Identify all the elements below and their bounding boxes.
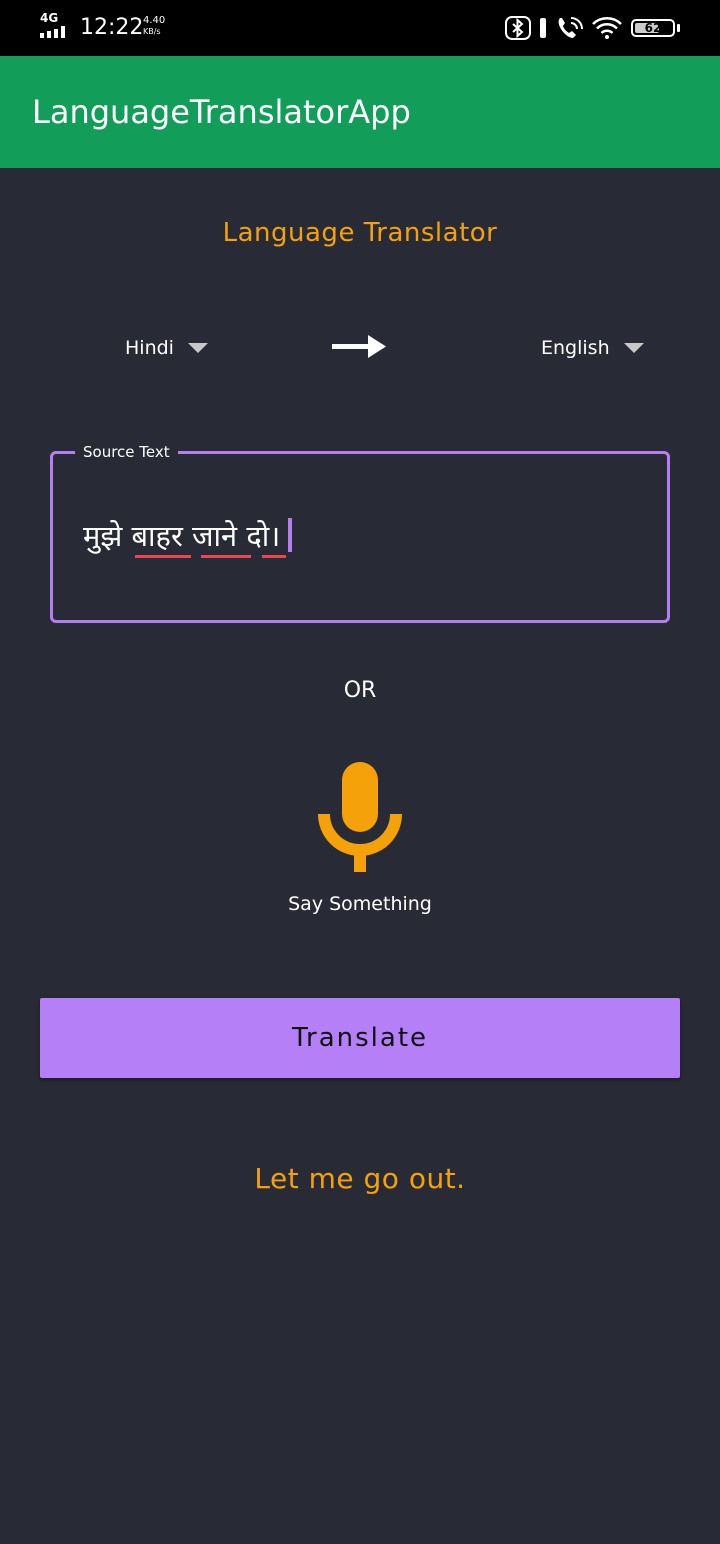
dropdown-arrow-icon	[187, 343, 208, 353]
status-time: 12:22	[80, 15, 144, 40]
source-language-dropdown[interactable]: Hindi	[125, 334, 208, 362]
spellcheck-underline	[135, 555, 191, 558]
status-bar: 4G 12:22 4.40 KB/s 62	[0, 0, 720, 56]
page-heading: Language Translator	[222, 218, 498, 248]
wifi-icon	[592, 17, 622, 39]
battery-icon: 62	[631, 19, 675, 37]
target-language-dropdown[interactable]: English	[541, 334, 644, 362]
dropdown-arrow-icon	[623, 343, 644, 353]
say-something-label: Say Something	[288, 893, 432, 915]
spellcheck-underline	[262, 555, 286, 558]
text-caret	[288, 518, 293, 552]
source-text-field[interactable]: Source Text मुझे बाहर जाने दो।	[50, 442, 670, 623]
wifi-calling-icon	[558, 17, 583, 38]
network-speed: 4.40 KB/s	[143, 15, 166, 37]
network-type: 4G	[40, 11, 59, 25]
battery-level: 62	[644, 21, 662, 35]
signal-strength-icon	[40, 26, 65, 38]
battery-tip	[677, 24, 680, 32]
app-title: LanguageTranslatorApp	[32, 93, 411, 131]
source-text-input[interactable]: मुझे बाहर जाने दो।	[83, 516, 293, 556]
vibrate-icon	[540, 18, 546, 38]
translation-result: Let me go out.	[254, 1162, 466, 1195]
translate-button[interactable]: Translate	[40, 998, 680, 1078]
app-bar: LanguageTranslatorApp	[0, 56, 720, 168]
source-text-label: Source Text	[75, 442, 178, 462]
arrow-right-icon	[332, 335, 386, 358]
spellcheck-underline	[201, 555, 251, 558]
bluetooth-icon	[505, 16, 531, 40]
source-language-label: Hindi	[125, 337, 174, 359]
or-divider-text: OR	[343, 678, 377, 703]
target-language-label: English	[541, 337, 610, 359]
status-icons: 62	[505, 14, 680, 42]
microphone-icon[interactable]	[316, 760, 404, 874]
source-text-value: मुझे बाहर जाने दो।	[83, 519, 281, 553]
